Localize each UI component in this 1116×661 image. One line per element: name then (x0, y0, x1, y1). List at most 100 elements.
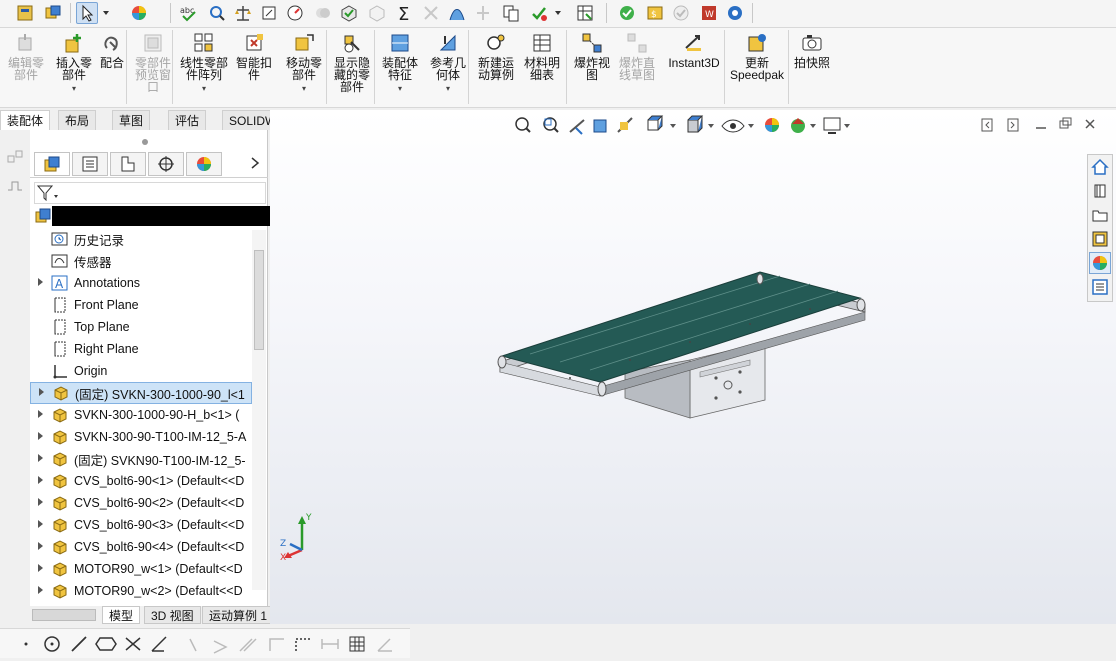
new-motion-study-button[interactable]: 新建运 动算例 (474, 32, 518, 81)
tree-item-origin[interactable]: Origin (30, 360, 252, 382)
appearance-icon[interactable] (128, 2, 150, 24)
tree-item-component[interactable]: (固定) SVKN-300-1000-90_l<1 (30, 382, 252, 404)
instant3d-button[interactable]: Instant3D (664, 32, 724, 69)
file-explorer-icon[interactable] (1089, 204, 1111, 226)
costing-icon[interactable]: $ (644, 2, 666, 24)
check-tool-icon[interactable] (528, 2, 550, 24)
configuration-manager-tab-icon[interactable] (110, 152, 146, 176)
home-icon[interactable] (1089, 156, 1111, 178)
tab-motion-study-1[interactable]: 运动算例 1 (202, 606, 275, 624)
interference-icon (312, 2, 334, 24)
ribbon-button-label: 显示隐 藏的零 部件 (333, 56, 370, 94)
tab-scroll-arrows[interactable] (32, 609, 96, 621)
compare-icon[interactable] (500, 2, 522, 24)
sketch-relations-icon[interactable] (6, 148, 24, 169)
tab-model[interactable]: 模型 (102, 606, 141, 624)
gauge-icon[interactable] (284, 2, 306, 24)
design-checker-icon[interactable] (616, 2, 638, 24)
tree-item-history[interactable]: 历史记录 (30, 228, 252, 250)
chevron-down-icon[interactable] (100, 2, 112, 24)
exploded-view-button[interactable]: 爆炸视 图 (570, 32, 614, 81)
tree-item-component[interactable]: CVS_bolt6-90<1> (Default<<D (30, 470, 252, 492)
bill-of-materials-button[interactable]: 材料明 细表 (522, 32, 562, 81)
tree-item-component[interactable]: SVKN-300-1000-90-H_b<1> ( (30, 404, 252, 426)
chevron-down-icon[interactable]: ▾ (398, 83, 402, 95)
tree-item-top-plane[interactable]: Top Plane (30, 316, 252, 338)
assembly-features-button[interactable]: 装配体 特征 ▾ (378, 32, 422, 95)
ribbon-button-label: 参考几 何体 (429, 56, 466, 82)
smart-fasteners-button[interactable]: 智能扣 件 (234, 32, 274, 81)
chevron-down-icon[interactable]: ▾ (72, 83, 76, 95)
move-component-button[interactable]: 移动零 部件 ▾ (282, 32, 326, 95)
chevron-down-icon[interactable]: ▾ (446, 83, 450, 95)
display-manager-tab-icon[interactable] (186, 152, 222, 176)
tab-3d-view[interactable]: 3D 视图 (144, 606, 201, 624)
tree-item-component[interactable]: MOTOR90_w<1> (Default<<D (30, 558, 252, 580)
tree-item-sensors[interactable]: 传感器 (30, 250, 252, 272)
expand-arrow-icon[interactable] (30, 277, 50, 289)
expand-arrow-icon[interactable] (30, 541, 50, 553)
mass-properties-icon[interactable] (232, 2, 254, 24)
expand-arrow-icon[interactable] (30, 431, 50, 443)
sum-icon[interactable]: Σ (394, 2, 416, 24)
tree-item-component[interactable]: CVS_bolt6-90<4> (Default<<D (30, 536, 252, 558)
panel-grip-icon[interactable] (140, 136, 150, 150)
expand-arrow-icon[interactable] (30, 409, 50, 421)
select-arrow-icon[interactable] (76, 2, 98, 24)
tree-item-component[interactable]: (固定) SVKN90-T100-IM-12_5- (30, 448, 252, 470)
tree-item-right-plane[interactable]: Right Plane (30, 338, 252, 360)
measure-icon[interactable] (206, 2, 228, 24)
feature-manager-tab-icon[interactable] (34, 152, 70, 176)
tree-item-annotations[interactable]: A Annotations (30, 272, 252, 294)
filter-icon[interactable] (36, 185, 59, 204)
curvature-icon[interactable] (446, 2, 468, 24)
chevron-down-icon[interactable]: ▾ (302, 83, 306, 95)
settings-icon[interactable] (724, 2, 746, 24)
tree-item-component[interactable]: CVS_bolt6-90<2> (Default<<D (30, 492, 252, 514)
update-speedpak-button[interactable]: 更新 Speedpak (730, 32, 784, 81)
appearances-icon[interactable] (1089, 252, 1111, 274)
linear-component-pattern-button[interactable]: 线性零部 件阵列 ▾ (176, 32, 232, 95)
chevron-down-icon[interactable]: ▾ (202, 83, 206, 95)
expand-arrow-icon[interactable] (30, 585, 50, 597)
tree-scrollbar[interactable] (252, 230, 266, 590)
expand-arrow-icon[interactable] (30, 453, 50, 465)
expand-arrow-icon[interactable] (30, 519, 50, 531)
tree-item-component[interactable]: SVKN-300-90-T100-IM-12_5-A (30, 426, 252, 448)
options-icon[interactable] (14, 2, 36, 24)
expand-arrow-icon[interactable] (30, 475, 50, 487)
spell-check-icon[interactable]: abc (178, 2, 200, 24)
assembly-icon[interactable] (42, 2, 64, 24)
chevron-right-icon[interactable] (250, 156, 260, 173)
tree-item-front-plane[interactable]: Front Plane (30, 294, 252, 316)
insert-components-button[interactable]: 插入零 部件 ▾ (52, 32, 96, 95)
sustainability-icon[interactable]: W (698, 2, 720, 24)
table-icon[interactable] (574, 2, 596, 24)
chevron-down-icon[interactable] (552, 2, 564, 24)
step-icon[interactable] (6, 176, 24, 197)
tab-assembly[interactable]: 装配体 (0, 110, 51, 130)
section-properties-icon[interactable] (258, 2, 280, 24)
show-hidden-components-button[interactable]: 显示隐 藏的零 部件 (330, 32, 374, 93)
property-manager-tab-icon[interactable] (72, 152, 108, 176)
expand-arrow-icon[interactable] (31, 387, 51, 399)
tree-item-component[interactable]: CVS_bolt6-90<3> (Default<<D (30, 514, 252, 536)
tree-filter[interactable] (34, 182, 266, 204)
dimxpert-tab-icon[interactable] (148, 152, 184, 176)
check-part-icon[interactable] (338, 2, 360, 24)
expand-arrow-icon[interactable] (30, 563, 50, 575)
mate-button[interactable]: 配合 (98, 32, 126, 69)
tab-sketch[interactable]: 草图 (112, 110, 151, 130)
view-palette-icon[interactable] (1089, 228, 1111, 250)
design-library-icon[interactable] (1089, 180, 1111, 202)
reference-geometry-button[interactable]: 参考几 何体 ▾ (426, 32, 470, 95)
expand-arrow-icon[interactable] (30, 497, 50, 509)
tab-layout[interactable]: 布局 (58, 110, 97, 130)
tab-evaluate[interactable]: 评估 (168, 110, 207, 130)
conveyor-model[interactable] (270, 110, 1116, 624)
take-snapshot-button[interactable]: 拍快照 (792, 32, 832, 69)
scrollbar-thumb[interactable] (254, 250, 264, 350)
graphics-viewport[interactable]: Y Z X (270, 110, 1116, 624)
tree-item-component[interactable]: MOTOR90_w<2> (Default<<D (30, 580, 252, 602)
custom-properties-icon[interactable] (1089, 276, 1111, 298)
